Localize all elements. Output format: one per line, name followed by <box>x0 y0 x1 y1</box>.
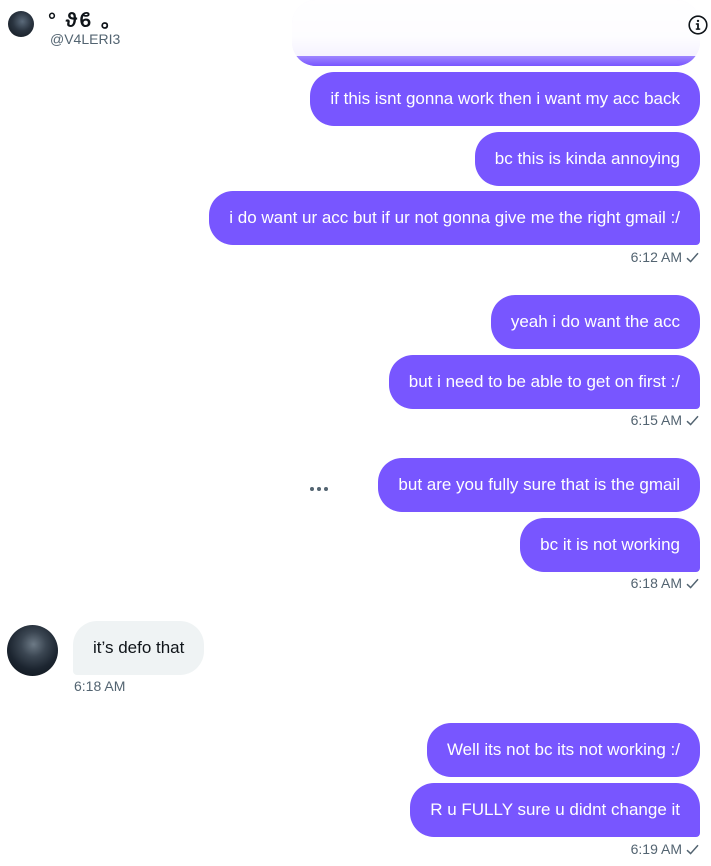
checkmark-icon <box>686 252 699 263</box>
message-bubble-outgoing[interactable]: i do want ur acc but if ur not gonna giv… <box>209 191 700 245</box>
message-timestamp: 6:18 AM <box>631 575 699 591</box>
checkmark-icon <box>686 844 699 855</box>
checkmark-icon <box>686 415 699 426</box>
timestamp-text: 6:19 AM <box>630 841 682 857</box>
message-bubble-outgoing[interactable]: R u FULLY sure u didnt change it <box>410 783 700 837</box>
checkmark-icon <box>686 578 699 589</box>
message-timestamp: 6:15 AM <box>631 412 699 428</box>
message-bubble-incoming[interactable]: it’s defo that <box>73 621 205 675</box>
message-timestamp: 6:19 AM <box>631 841 699 857</box>
message-bubble-outgoing[interactable]: but are you fully sure that is the gmail <box>378 458 700 512</box>
message-bubble-outgoing[interactable]: if this isnt gonna work then i want my a… <box>310 72 700 126</box>
header-avatar[interactable] <box>8 11 34 37</box>
message-bubble-outgoing[interactable]: bc this is kinda annoying <box>474 132 700 186</box>
conversation-header: ° ϑϐ ｡ @V4LERI3 <box>0 0 711 56</box>
sender-avatar[interactable] <box>7 625 58 676</box>
message-bubble-outgoing[interactable]: yeah i do want the acc <box>490 295 700 349</box>
header-display-name[interactable]: ° ϑϐ ｡ <box>48 4 113 33</box>
header-handle[interactable]: @V4LERI3 <box>50 31 120 47</box>
message-timestamp: 6:18 AM <box>74 678 126 694</box>
dm-conversation: ° ϑϐ ｡ @V4LERI3 if this isnt gonna work … <box>0 0 711 866</box>
timestamp-text: 6:15 AM <box>630 412 682 428</box>
message-bubble-outgoing[interactable]: Well its not bc its not working :/ <box>426 723 700 777</box>
message-bubble-outgoing[interactable]: but i need to be able to get on first :/ <box>388 355 700 409</box>
message-bubble-outgoing[interactable]: bc it is not working <box>520 518 700 572</box>
more-options-icon[interactable] <box>308 482 330 496</box>
info-icon[interactable] <box>688 15 708 35</box>
timestamp-text: 6:18 AM <box>630 575 682 591</box>
message-timestamp: 6:12 AM <box>631 249 699 265</box>
timestamp-text: 6:12 AM <box>630 249 682 265</box>
